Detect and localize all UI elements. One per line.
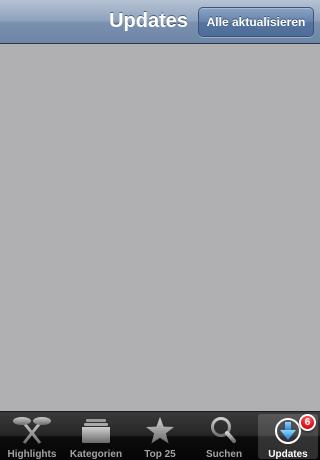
highlights-icon	[13, 417, 51, 444]
updates-list-empty	[0, 44, 320, 411]
tab-label-top25: Top 25	[144, 449, 176, 460]
tab-categories[interactable]: Kategorien	[66, 414, 126, 460]
app-screen: Updates Alle aktualisieren Highlights Ka…	[0, 0, 320, 460]
tab-label-categories: Kategorien	[69, 449, 123, 460]
updates-count-badge: 6	[299, 414, 316, 431]
tab-highlights[interactable]: Highlights	[2, 414, 62, 460]
update-all-button[interactable]: Alle aktualisieren	[198, 7, 314, 37]
tab-label-updates: Updates	[268, 449, 308, 460]
tab-label-highlights: Highlights	[7, 449, 57, 460]
tab-search[interactable]: Suchen	[194, 414, 254, 460]
page-title: Updates	[109, 10, 188, 32]
tab-bar: Highlights Kategorien Top 25 Suchen 6 Up…	[0, 411, 320, 460]
navigation-bar: Updates Alle aktualisieren	[0, 0, 320, 44]
tab-updates[interactable]: 6 Updates	[258, 414, 318, 460]
tab-label-search: Suchen	[205, 449, 243, 460]
search-icon	[211, 417, 236, 443]
star-icon	[146, 417, 174, 444]
tab-top25[interactable]: Top 25	[130, 414, 190, 460]
categories-icon	[82, 419, 110, 443]
